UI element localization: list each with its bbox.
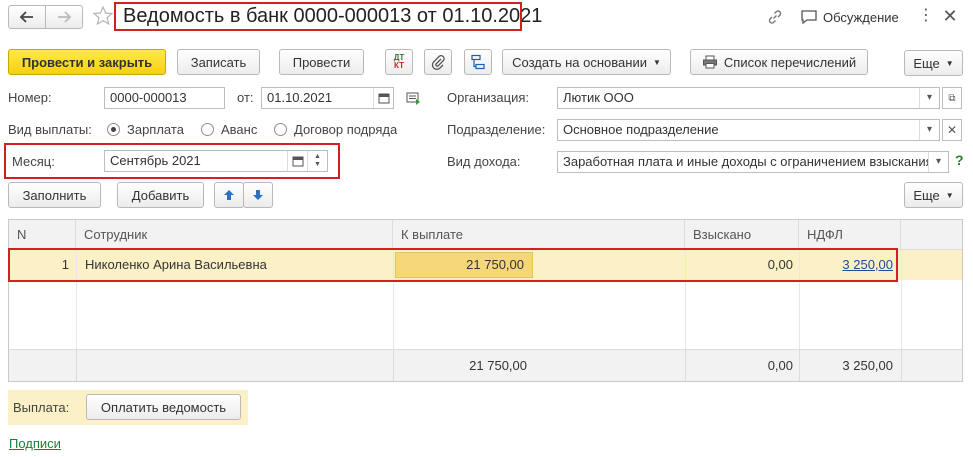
month-field[interactable]: Сентябрь 2021 ▲ ▼ [104,150,328,172]
row-to-pay-cell[interactable]: 21 750,00 [395,252,533,278]
dropdown-arrow-icon: ▼ [945,58,954,68]
dt-kt-icon: ДТ КТ [393,53,405,70]
discussion-label: Обсуждение [823,9,899,25]
dropdown-arrow-icon[interactable]: ▾ [928,152,948,172]
more-vertical-icon[interactable]: ⋮ [918,7,934,27]
pay-option-contract-label[interactable]: Договор подряда [294,122,397,138]
window-title: Ведомость в банк 0000-000013 от 01.10.20… [123,5,543,27]
calendar-icon[interactable] [287,151,307,171]
table-more-button[interactable]: Еще ▼ [904,182,963,208]
month-label: Месяц: [12,154,55,169]
column-header-employee[interactable]: Сотрудник [76,220,393,250]
row-to-pay: 21 750,00 [466,257,524,272]
dropdown-arrow-icon: ▼ [945,190,954,200]
add-button[interactable]: Добавить [117,182,204,208]
post-button[interactable]: Провести [279,49,364,75]
organization-label: Организация: [447,90,530,105]
pay-option-advance-label[interactable]: Аванс [221,122,257,138]
dropdown-arrow-icon[interactable]: ▾ [919,88,939,108]
row-number: 1 [61,257,69,272]
department-label: Подразделение: [447,122,546,137]
month-stepper-icon[interactable]: ▲ ▼ [307,151,327,171]
date-field[interactable]: 01.10.2021 [261,87,394,109]
star-icon[interactable] [92,5,114,27]
save-button[interactable]: Записать [177,49,260,75]
forward-button[interactable] [45,5,83,29]
pay-option-salary-label[interactable]: Зарплата [127,122,184,138]
printer-icon [702,55,717,69]
arrow-down-icon [253,190,263,200]
arrow-right-icon [58,11,71,23]
total-ndfl: 3 250,00 [842,358,893,373]
payment-type-label: Вид выплаты: [8,122,92,137]
transfer-list-button[interactable]: Список перечислений [690,49,868,75]
pay-option-advance-radio[interactable] [201,123,214,136]
row-recovered: 0,00 [767,257,793,272]
structure-button[interactable] [464,49,492,75]
hierarchy-icon [471,54,485,70]
document-log-icon[interactable] [405,90,423,106]
link-icon[interactable] [766,8,784,26]
arrow-left-icon [20,11,33,23]
back-button[interactable] [8,5,46,29]
paperclip-icon [431,55,445,70]
signatures-link[interactable]: Подписи [9,436,61,451]
dropdown-arrow-icon[interactable]: ▾ [919,120,939,140]
pay-statement-button[interactable]: Оплатить ведомость [86,394,241,420]
income-type-field[interactable]: Заработная плата и иные доходы с огранич… [557,151,949,173]
total-recovered: 0,00 [767,358,793,373]
department-field[interactable]: Основное подразделение ▾ [557,119,940,141]
date-from-label: от: [237,90,254,105]
clear-icon[interactable]: ✕ [942,119,962,141]
fill-button[interactable]: Заполнить [8,182,101,208]
dropdown-arrow-icon: ▼ [652,57,661,67]
table-header: N Сотрудник К выплате Взыскано НДФЛ [9,220,962,250]
row-ndfl-link[interactable]: 3 250,00 [799,255,893,275]
organization-field[interactable]: Лютик ООО ▾ [557,87,940,109]
more-button[interactable]: Еще ▼ [904,50,963,76]
column-header-to-pay[interactable]: К выплате [393,220,685,250]
payment-panel: Выплата: Оплатить ведомость [8,390,248,425]
table-totals-row: 21 750,00 0,00 3 250,00 [9,349,962,381]
attachment-button[interactable] [424,49,452,75]
help-icon[interactable]: ? [955,152,964,168]
payment-label: Выплата: [13,400,70,415]
column-header-recovered[interactable]: Взыскано [685,220,799,250]
post-and-close-button[interactable]: Провести и закрыть [8,49,166,75]
pay-option-salary-radio[interactable] [107,123,120,136]
close-icon[interactable]: ✕ [940,6,960,26]
pay-option-contract-radio[interactable] [274,123,287,136]
column-header-ndfl[interactable]: НДФЛ [799,220,901,250]
dt-kt-button[interactable]: ДТ КТ [385,49,413,75]
create-based-on-button[interactable]: Создать на основании ▼ [502,49,671,75]
number-field[interactable]: 0000-000013 [104,87,225,109]
discussion-button[interactable]: Обсуждение [800,7,899,27]
move-down-button[interactable] [243,182,273,208]
row-employee: Николенко Арина Васильевна [85,257,267,272]
calendar-icon[interactable] [373,88,393,108]
chat-icon [801,10,817,25]
number-label: Номер: [8,90,52,105]
table-row[interactable]: 1 Николенко Арина Васильевна 21 750,00 0… [9,250,962,280]
move-up-button[interactable] [214,182,244,208]
arrow-up-icon [224,190,234,200]
organization-open-icon[interactable]: ⧉ [942,87,962,109]
column-header-n[interactable]: N [9,220,76,250]
total-to-pay: 21 750,00 [469,358,527,373]
employees-table[interactable]: N Сотрудник К выплате Взыскано НДФЛ 1 Ни… [8,219,963,382]
income-type-label: Вид дохода: [447,154,521,169]
